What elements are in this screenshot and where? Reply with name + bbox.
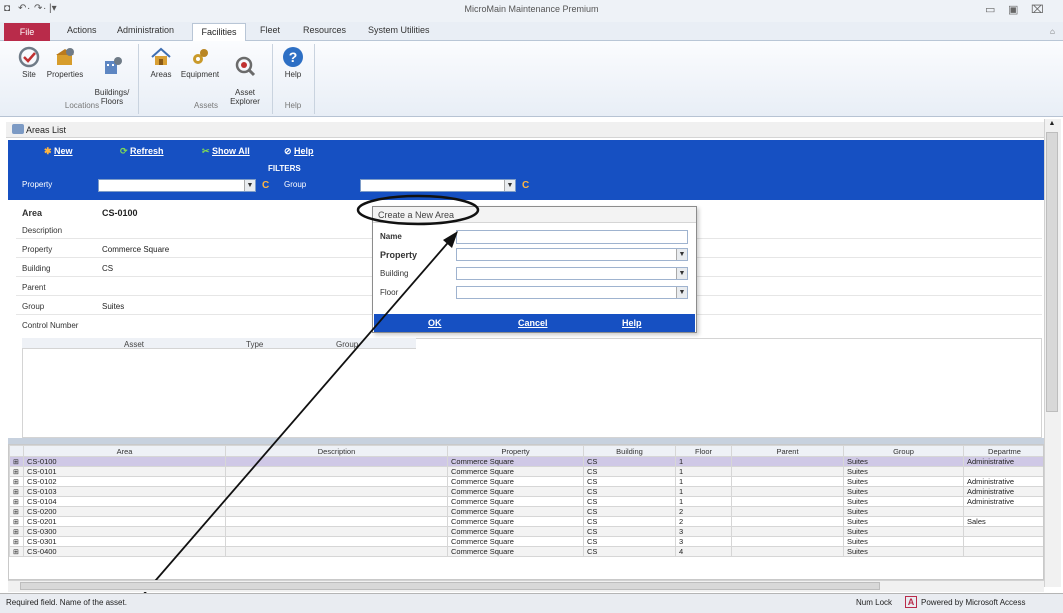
horizontal-scroll-thumb[interactable] bbox=[20, 582, 880, 590]
status-bar bbox=[0, 593, 1063, 613]
scroll-up-icon[interactable]: ▲ bbox=[1046, 120, 1058, 130]
status-message: Required field. Name of the asset. bbox=[6, 598, 127, 607]
annotation-arrow-line bbox=[129, 237, 453, 611]
numlock-indicator: Num Lock bbox=[856, 598, 893, 607]
powered-by-label: Powered by Microsoft Access bbox=[921, 598, 1026, 607]
vertical-scroll-thumb[interactable] bbox=[1046, 132, 1058, 412]
access-logo-icon: A bbox=[905, 596, 917, 608]
annotation-overlay bbox=[129, 194, 480, 611]
annotation-oval bbox=[356, 194, 480, 226]
